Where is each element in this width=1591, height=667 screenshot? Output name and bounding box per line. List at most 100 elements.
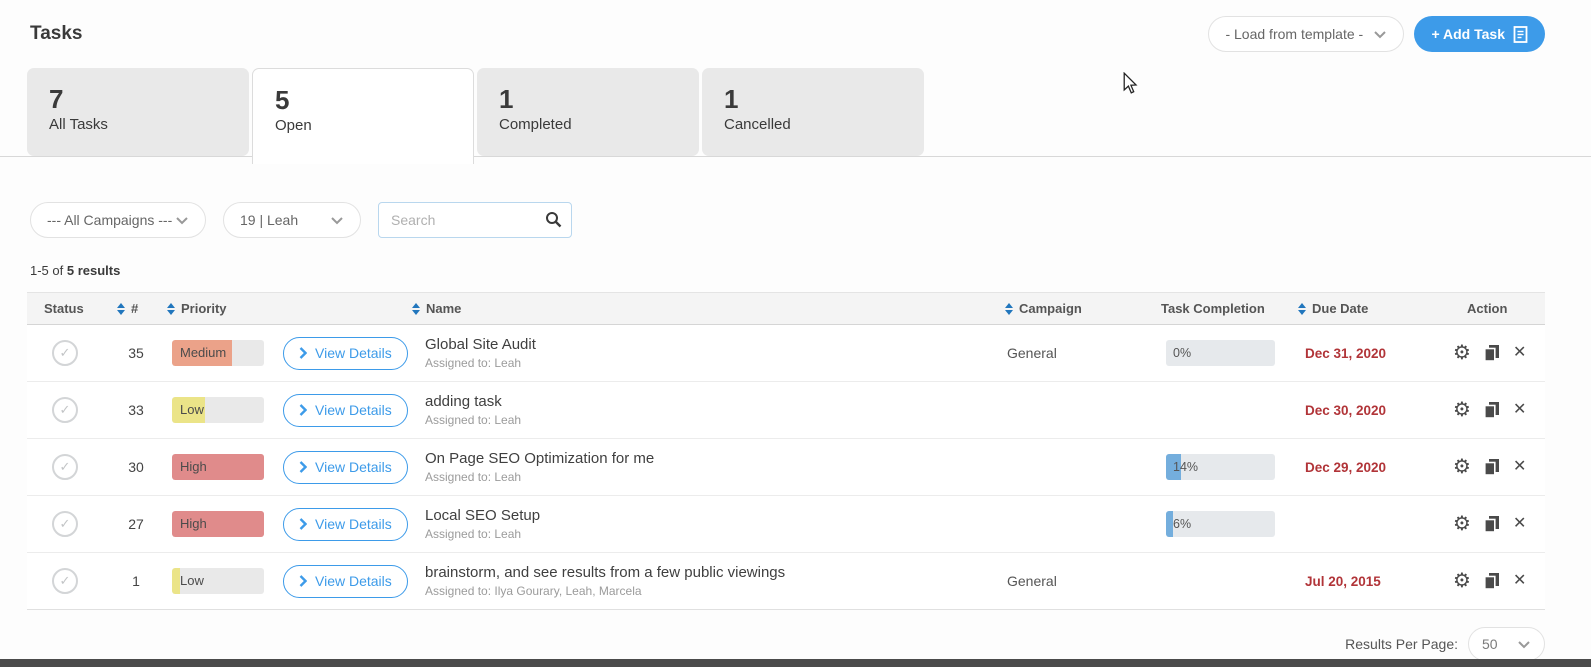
task-number: 33	[105, 402, 167, 418]
gear-icon[interactable]: ⚙	[1453, 400, 1471, 420]
close-icon[interactable]: ✕	[1513, 459, 1526, 475]
priority-badge: Medium	[172, 340, 264, 366]
sort-arrows-icon[interactable]	[167, 303, 175, 315]
chevron-down-icon	[175, 216, 189, 225]
due-date: Dec 31, 2020	[1290, 346, 1440, 361]
status-check-circle[interactable]: ✓	[52, 511, 78, 537]
priority-badge: Low	[172, 397, 264, 423]
table-header-row: Status # Priority Name Campaign Task Com…	[27, 292, 1545, 325]
campaign-cell: General	[980, 345, 1140, 361]
column-header-number: #	[105, 301, 167, 316]
gear-icon[interactable]: ⚙	[1453, 343, 1471, 363]
tab-count: 5	[275, 86, 473, 115]
results-per-page-dropdown[interactable]: 50	[1468, 627, 1545, 661]
search-icon[interactable]	[545, 211, 562, 228]
close-icon[interactable]: ✕	[1513, 402, 1526, 418]
column-header-priority: Priority	[167, 301, 272, 316]
status-check-circle[interactable]: ✓	[52, 454, 78, 480]
task-name: brainstorm, and see results from a few p…	[425, 564, 980, 581]
task-number: 35	[105, 345, 167, 361]
view-details-button[interactable]: View Details	[283, 394, 408, 427]
sort-arrows-icon[interactable]	[1298, 303, 1306, 315]
table-row: ✓ 35 Medium View Details Global Site Aud…	[27, 325, 1545, 382]
close-icon[interactable]: ✕	[1513, 573, 1526, 589]
campaign-filter-dropdown[interactable]: --- All Campaigns ---	[30, 202, 206, 238]
close-icon[interactable]: ✕	[1513, 345, 1526, 361]
table-row: ✓ 30 High View Details On Page SEO Optim…	[27, 439, 1545, 496]
gear-icon[interactable]: ⚙	[1453, 571, 1471, 591]
search-input[interactable]	[378, 202, 572, 238]
view-details-label: View Details	[315, 516, 392, 532]
assigned-to: Assigned to: Leah	[425, 413, 980, 427]
due-date: Jul 20, 2015	[1290, 574, 1440, 589]
view-details-button[interactable]: View Details	[283, 451, 408, 484]
column-header-completion: Task Completion	[1140, 301, 1290, 316]
view-details-button[interactable]: View Details	[283, 337, 408, 370]
page-header: Tasks - Load from template - + Add Task	[0, 0, 1591, 52]
tab-label: Completed	[499, 116, 699, 133]
load-from-template-label: - Load from template -	[1225, 26, 1363, 42]
assigned-to: Assigned to: Ilya Gourary, Leah, Marcela	[425, 584, 980, 598]
tab-all-tasks[interactable]: 7 All Tasks	[27, 68, 249, 156]
chevron-right-icon	[299, 347, 307, 359]
results-per-page-label: Results Per Page:	[1345, 636, 1458, 652]
chevron-right-icon	[299, 461, 307, 473]
sort-arrows-icon[interactable]	[1005, 303, 1013, 315]
tab-open[interactable]: 5 Open	[252, 68, 474, 164]
status-check-circle[interactable]: ✓	[52, 568, 78, 594]
load-from-template-dropdown[interactable]: - Load from template -	[1208, 16, 1404, 52]
results-summary-count: 5 results	[67, 263, 120, 278]
status-check-circle[interactable]: ✓	[52, 397, 78, 423]
status-tabs: 7 All Tasks 5 Open 1 Completed 1 Cancell…	[0, 68, 1591, 164]
column-header-action: Action	[1440, 301, 1545, 316]
close-icon[interactable]: ✕	[1513, 516, 1526, 532]
window-edge	[0, 659, 1591, 667]
task-name: Global Site Audit	[425, 336, 980, 353]
task-number: 30	[105, 459, 167, 475]
page-title: Tasks	[30, 23, 82, 45]
status-check-circle[interactable]: ✓	[52, 340, 78, 366]
pagination-footer: Results Per Page: 50	[0, 627, 1545, 661]
copy-icon[interactable]	[1483, 344, 1501, 362]
gear-icon[interactable]: ⚙	[1453, 457, 1471, 477]
column-header-name: Name	[412, 301, 980, 316]
chevron-down-icon	[1373, 30, 1387, 39]
table-row: ✓ 33 Low View Details adding task Assign…	[27, 382, 1545, 439]
results-summary-prefix: 1-5 of	[30, 263, 67, 278]
priority-badge: High	[172, 511, 264, 537]
tab-label: Open	[275, 117, 473, 134]
tab-cancelled[interactable]: 1 Cancelled	[702, 68, 924, 156]
task-name: adding task	[425, 393, 980, 410]
tab-label: Cancelled	[724, 116, 924, 133]
table-body: ✓ 35 Medium View Details Global Site Aud…	[27, 325, 1545, 610]
add-task-button[interactable]: + Add Task	[1414, 16, 1545, 52]
completion-label: 14%	[1173, 454, 1198, 480]
completion-label: 6%	[1173, 511, 1191, 537]
priority-badge: High	[172, 454, 264, 480]
view-details-button[interactable]: View Details	[283, 508, 408, 541]
gear-icon[interactable]: ⚙	[1453, 514, 1471, 534]
view-details-button[interactable]: View Details	[283, 565, 408, 598]
due-date: Dec 30, 2020	[1290, 403, 1440, 418]
assigned-to: Assigned to: Leah	[425, 527, 980, 541]
copy-icon[interactable]	[1483, 515, 1501, 533]
copy-icon[interactable]	[1483, 401, 1501, 419]
campaign-filter-label: --- All Campaigns ---	[47, 212, 172, 228]
sort-arrows-icon[interactable]	[412, 303, 420, 315]
add-task-label: + Add Task	[1431, 26, 1505, 42]
assigned-to: Assigned to: Leah	[425, 470, 980, 484]
task-name: Local SEO Setup	[425, 507, 980, 524]
search-box	[378, 202, 572, 238]
view-details-label: View Details	[315, 345, 392, 361]
view-details-label: View Details	[315, 573, 392, 589]
copy-icon[interactable]	[1483, 458, 1501, 476]
tab-label: All Tasks	[49, 116, 249, 133]
completion-label: 0%	[1173, 340, 1191, 366]
table-row: ✓ 1 Low View Details brainstorm, and see…	[27, 553, 1545, 610]
sort-arrows-icon[interactable]	[117, 303, 125, 315]
assignee-filter-dropdown[interactable]: 19 | Leah	[223, 202, 361, 238]
copy-icon[interactable]	[1483, 572, 1501, 590]
tab-completed[interactable]: 1 Completed	[477, 68, 699, 156]
priority-label: Low	[180, 568, 204, 594]
task-number: 27	[105, 516, 167, 532]
